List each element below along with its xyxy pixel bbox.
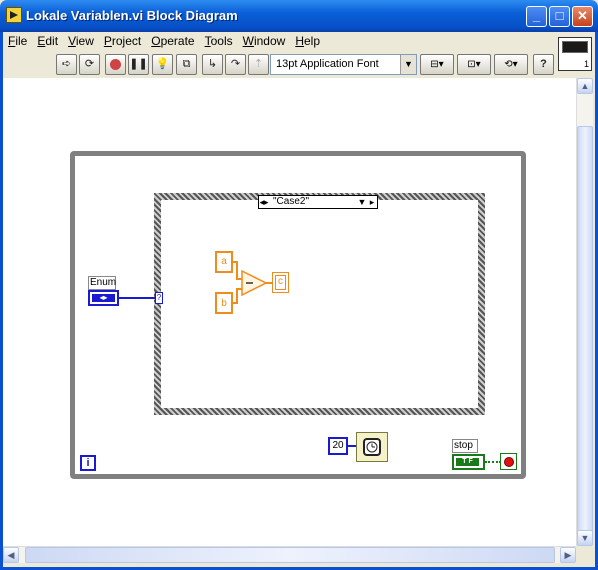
run-continuously-icon[interactable]: ⟳ [79, 54, 100, 75]
maximize-button[interactable]: □ [549, 6, 570, 27]
enum-wire[interactable] [119, 297, 156, 299]
loop-condition-terminal[interactable] [500, 453, 517, 470]
step-over-icon[interactable]: ↷ [225, 54, 246, 75]
enum-label[interactable]: Enum [88, 276, 116, 290]
case-dropdown-icon[interactable]: ▼ [357, 196, 367, 208]
vi-icon[interactable]: 1 [558, 37, 592, 71]
menu-view[interactable]: View [63, 32, 99, 50]
reorder-icon[interactable]: ⟲▾ [494, 54, 528, 75]
menu-file[interactable]: File [3, 32, 32, 50]
minimize-button[interactable]: _ [526, 6, 547, 27]
scroll-right-icon[interactable]: ▶ [560, 547, 576, 563]
stop-if-true-icon [504, 457, 514, 467]
horizontal-scroll-thumb[interactable] [25, 547, 555, 563]
stop-wire[interactable] [485, 461, 501, 463]
distribute-objects-icon[interactable]: ⊡▾ [457, 54, 491, 75]
enum-terminal-symbol: ◂▸ [92, 294, 115, 302]
stop-terminal-symbol: T F [456, 458, 479, 466]
font-select-value: 13pt Application Font [276, 58, 379, 70]
local-variable-a[interactable]: a [215, 251, 233, 273]
scroll-up-icon[interactable]: ▲ [577, 78, 593, 94]
align-objects-icon[interactable]: ⊟▾ [420, 54, 454, 75]
vertical-scrollbar[interactable]: ▲ ▼ [576, 78, 593, 546]
highlight-execution-icon[interactable]: 💡 [152, 54, 173, 75]
menu-operate[interactable]: Operate [146, 32, 199, 50]
context-help-button[interactable]: ? [533, 54, 554, 75]
local-variable-b[interactable]: b [215, 292, 233, 314]
wait-ms-constant[interactable]: 20 [328, 437, 348, 455]
abort-execution-icon[interactable] [105, 54, 126, 75]
clock-icon [363, 438, 381, 456]
menu-window[interactable]: Window [238, 32, 291, 50]
scroll-down-icon[interactable]: ▼ [577, 530, 593, 546]
decrement-case-icon[interactable]: ◂▸ [259, 196, 269, 208]
pause-icon[interactable]: ❚❚ [128, 54, 149, 75]
labview-app-icon[interactable] [6, 7, 22, 23]
vi-icon-graph [562, 41, 588, 53]
vi-icon-label: 1 [583, 59, 589, 69]
iteration-terminal[interactable]: i [80, 455, 96, 471]
wait-wire[interactable] [348, 445, 356, 447]
font-select[interactable]: 13pt Application Font ▼ [270, 54, 417, 75]
enum-terminal[interactable]: ◂▸ [88, 290, 119, 306]
local-variable-c[interactable]: c [272, 272, 289, 293]
scroll-left-icon[interactable]: ◀ [3, 547, 19, 563]
indicator-c-label: c [278, 276, 283, 287]
case-selector[interactable]: ◂▸ "Case2" ▼ ▸ [258, 195, 378, 209]
wire-b-vertical[interactable] [236, 288, 238, 304]
menu-help[interactable]: Help [290, 32, 325, 50]
horizontal-scrollbar[interactable]: ◀ ▶ [3, 546, 576, 563]
chevron-down-icon: ▼ [400, 55, 416, 74]
retain-wire-values-icon[interactable]: ⧉ [176, 54, 197, 75]
window-title: Lokale Variablen.vi Block Diagram [26, 8, 238, 23]
toolbar: ➪ ⟳ ❚❚ 💡 ⧉ ↳ ↷ ⇡ 13pt Application Font ▼… [3, 52, 556, 78]
case-structure[interactable] [154, 193, 485, 415]
wait-ms-function[interactable] [356, 432, 388, 462]
subtract-function-icon[interactable] [240, 270, 268, 296]
step-out-icon[interactable]: ⇡ [248, 54, 269, 75]
menu-bar: File Edit View Project Operate Tools Window Hel… [3, 32, 553, 52]
menu-tools[interactable]: Tools [200, 32, 238, 50]
stop-terminal[interactable]: T F [452, 454, 485, 470]
case-selector-terminal[interactable]: ? [155, 292, 163, 304]
step-into-icon[interactable]: ↳ [202, 54, 223, 75]
menu-edit[interactable]: Edit [32, 32, 63, 50]
wire-a-vertical[interactable] [236, 261, 238, 279]
run-arrow-icon[interactable]: ➪ [56, 54, 77, 75]
vertical-scroll-thumb[interactable] [577, 126, 593, 546]
case-selector-label: "Case2" [273, 196, 310, 207]
stop-label[interactable]: stop [452, 439, 478, 453]
scrollbar-corner [576, 546, 593, 563]
close-button[interactable]: ✕ [572, 6, 593, 27]
menu-project[interactable]: Project [99, 32, 146, 50]
increment-case-icon[interactable]: ▸ [367, 196, 377, 208]
